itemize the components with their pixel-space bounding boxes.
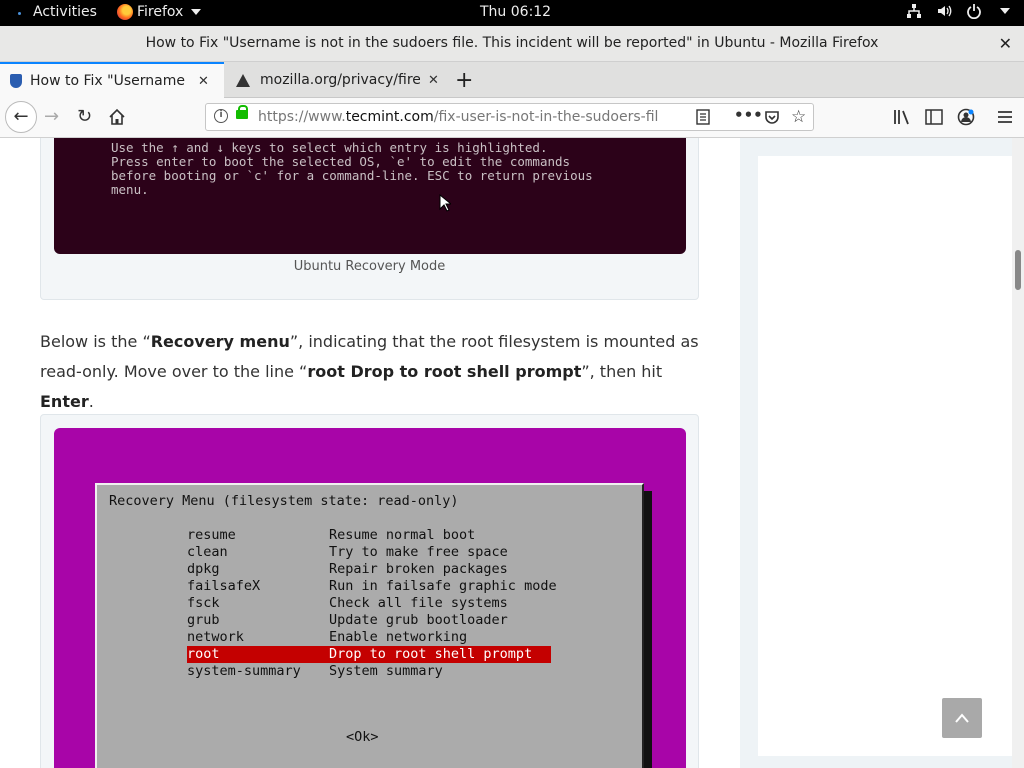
ad-slot bbox=[758, 156, 1012, 756]
para-bold: Recovery menu bbox=[150, 332, 290, 351]
grub-screenshot: Use the ↑ and ↓ keys to select which ent… bbox=[54, 138, 686, 254]
volume-icon bbox=[938, 5, 952, 17]
lock-icon[interactable] bbox=[236, 105, 248, 119]
warning-icon bbox=[236, 73, 250, 87]
mouse-cursor-icon bbox=[439, 194, 451, 212]
recovery-row-key: failsafeX bbox=[187, 578, 261, 594]
recovery-row-key: fsck bbox=[187, 595, 220, 611]
recovery-row-grub: grub Update grub bootloader bbox=[187, 612, 551, 629]
recovery-row-desc: Drop to root shell prompt bbox=[329, 646, 533, 662]
recovery-row-dpkg: dpkg Repair broken packages bbox=[187, 561, 551, 578]
recovery-row-desc: Resume normal boot bbox=[329, 527, 476, 543]
url-prefix: https://www. bbox=[258, 109, 346, 125]
app-menu-label: Firefox bbox=[137, 4, 184, 20]
pocket-icon[interactable] bbox=[764, 109, 780, 125]
recovery-row-desc: Run in failsafe graphic mode bbox=[329, 578, 557, 594]
recovery-row-desc: Try to make free space bbox=[329, 544, 508, 560]
right-sidebar bbox=[740, 138, 1012, 768]
recovery-row-clean: clean Try to make free space bbox=[187, 544, 551, 561]
recovery-row-key: system-summary bbox=[187, 663, 301, 679]
gnome-top-bar: Activities Firefox Thu 06:12 bbox=[0, 0, 1024, 26]
recovery-row-root: root Drop to root shell prompt bbox=[187, 646, 551, 663]
clock[interactable]: Thu 06:12 bbox=[480, 4, 551, 20]
account-icon[interactable] bbox=[957, 108, 975, 126]
figure-caption: Ubuntu Recovery Mode bbox=[293, 259, 446, 274]
chevron-down-icon bbox=[1000, 8, 1010, 14]
network-icon bbox=[907, 4, 921, 18]
article-paragraph: Below is the “Recovery menu”, indicating… bbox=[40, 327, 700, 417]
recovery-row-key: resume bbox=[187, 527, 236, 543]
forward-arrow-icon[interactable]: → bbox=[44, 106, 59, 127]
system-tray[interactable] bbox=[906, 3, 1010, 19]
recovery-row-system-summary: system-summary System summary bbox=[187, 663, 551, 680]
tecmint-favicon-icon bbox=[10, 74, 22, 88]
recovery-screenshot: Recovery Menu (filesystem state: read-on… bbox=[54, 428, 686, 768]
recovery-row-resume: resume Resume normal boot bbox=[187, 527, 551, 544]
recovery-row-key: grub bbox=[187, 612, 220, 628]
tab-label: mozilla.org/privacy/firefox/ bbox=[260, 72, 420, 88]
new-tab-plus-icon[interactable]: + bbox=[455, 68, 473, 93]
recovery-row-key: root bbox=[187, 646, 220, 662]
tab-mozilla-privacy[interactable]: mozilla.org/privacy/firefox/ ✕ bbox=[226, 62, 448, 98]
library-icon[interactable] bbox=[893, 109, 911, 125]
url-domain: tecmint.com bbox=[345, 109, 434, 125]
reader-view-icon[interactable] bbox=[696, 109, 710, 125]
chevron-down-icon bbox=[191, 9, 202, 15]
recovery-row-key: network bbox=[187, 629, 244, 645]
para-text: Below is the “ bbox=[40, 332, 151, 351]
close-icon[interactable]: ✕ bbox=[999, 34, 1012, 53]
ok-button: <Ok> bbox=[346, 729, 379, 745]
window-title: How to Fix "Username is not in the sudoe… bbox=[145, 35, 879, 51]
app-menu-button[interactable]: Firefox bbox=[117, 4, 202, 20]
tab-tecmint[interactable]: How to Fix "Username is not in the sudoe… bbox=[0, 62, 224, 98]
url-path: /fix-user-is-not-in-the-sudoers-file-t bbox=[433, 109, 658, 125]
bookmark-star-icon[interactable]: ☆ bbox=[791, 107, 806, 127]
recovery-row-failsafeX: failsafeX Run in failsafe graphic mode bbox=[187, 578, 557, 595]
page-actions-icon[interactable]: ••• bbox=[734, 106, 763, 124]
back-arrow-icon[interactable]: ← bbox=[5, 101, 37, 133]
activities-button[interactable]: Activities bbox=[33, 4, 97, 20]
recovery-row-desc: System summary bbox=[329, 663, 443, 679]
hamburger-menu-icon[interactable] bbox=[997, 110, 1013, 124]
url-text[interactable]: https://www.tecmint.com/fix-user-is-not-… bbox=[258, 109, 658, 125]
recovery-row-network: network Enable networking bbox=[187, 629, 551, 646]
para-text: . bbox=[88, 392, 94, 411]
recovery-row-desc: Enable networking bbox=[329, 629, 468, 645]
firefox-logo-icon bbox=[117, 4, 133, 20]
figure-grub: Use the ↑ and ↓ keys to select which ent… bbox=[40, 138, 699, 300]
sidebar-icon[interactable] bbox=[925, 109, 943, 125]
home-icon[interactable] bbox=[108, 108, 126, 126]
scrollbar-thumb[interactable] bbox=[1015, 250, 1021, 290]
recovery-row-fsck: fsck Check all file systems bbox=[187, 595, 551, 612]
para-bold: Enter bbox=[40, 392, 89, 411]
recovery-title: Recovery Menu (filesystem state: read-on… bbox=[109, 493, 459, 509]
tab-close-icon[interactable]: ✕ bbox=[428, 73, 439, 88]
figure-recovery-menu: Recovery Menu (filesystem state: read-on… bbox=[40, 414, 699, 768]
chevron-up-icon bbox=[955, 713, 969, 723]
scroll-to-top-button[interactable] bbox=[942, 698, 982, 738]
dialog-shadow bbox=[644, 491, 652, 768]
activities-dot-icon bbox=[18, 12, 21, 15]
para-text: ”, then hit bbox=[581, 362, 663, 381]
tab-close-icon[interactable]: ✕ bbox=[198, 74, 209, 89]
site-info-icon[interactable]: i bbox=[214, 109, 228, 123]
page-content: Use the ↑ and ↓ keys to select which ent… bbox=[0, 138, 1024, 768]
recovery-row-key: clean bbox=[187, 544, 228, 560]
scrollbar[interactable] bbox=[1012, 138, 1024, 768]
recovery-row-desc: Repair broken packages bbox=[329, 561, 508, 577]
power-icon bbox=[967, 4, 981, 19]
para-bold: root Drop to root shell prompt bbox=[307, 362, 582, 381]
tab-strip: How to Fix "Username is not in the sudoe… bbox=[0, 62, 1024, 98]
tab-label: How to Fix "Username is not in the sudoe… bbox=[30, 73, 190, 89]
reload-icon[interactable]: ↻ bbox=[77, 106, 92, 127]
url-bar[interactable]: i https://www.tecmint.com/fix-user-is-no… bbox=[205, 103, 814, 131]
recovery-row-desc: Update grub bootloader bbox=[329, 612, 508, 628]
recovery-dialog: Recovery Menu (filesystem state: read-on… bbox=[95, 483, 644, 768]
recovery-row-desc: Check all file systems bbox=[329, 595, 508, 611]
navigation-bar: ← → ↻ i https://www.tecmint.com/fix-user… bbox=[0, 98, 1024, 138]
recovery-row-key: dpkg bbox=[187, 561, 220, 577]
window-title-bar: How to Fix "Username is not in the sudoe… bbox=[0, 26, 1024, 62]
